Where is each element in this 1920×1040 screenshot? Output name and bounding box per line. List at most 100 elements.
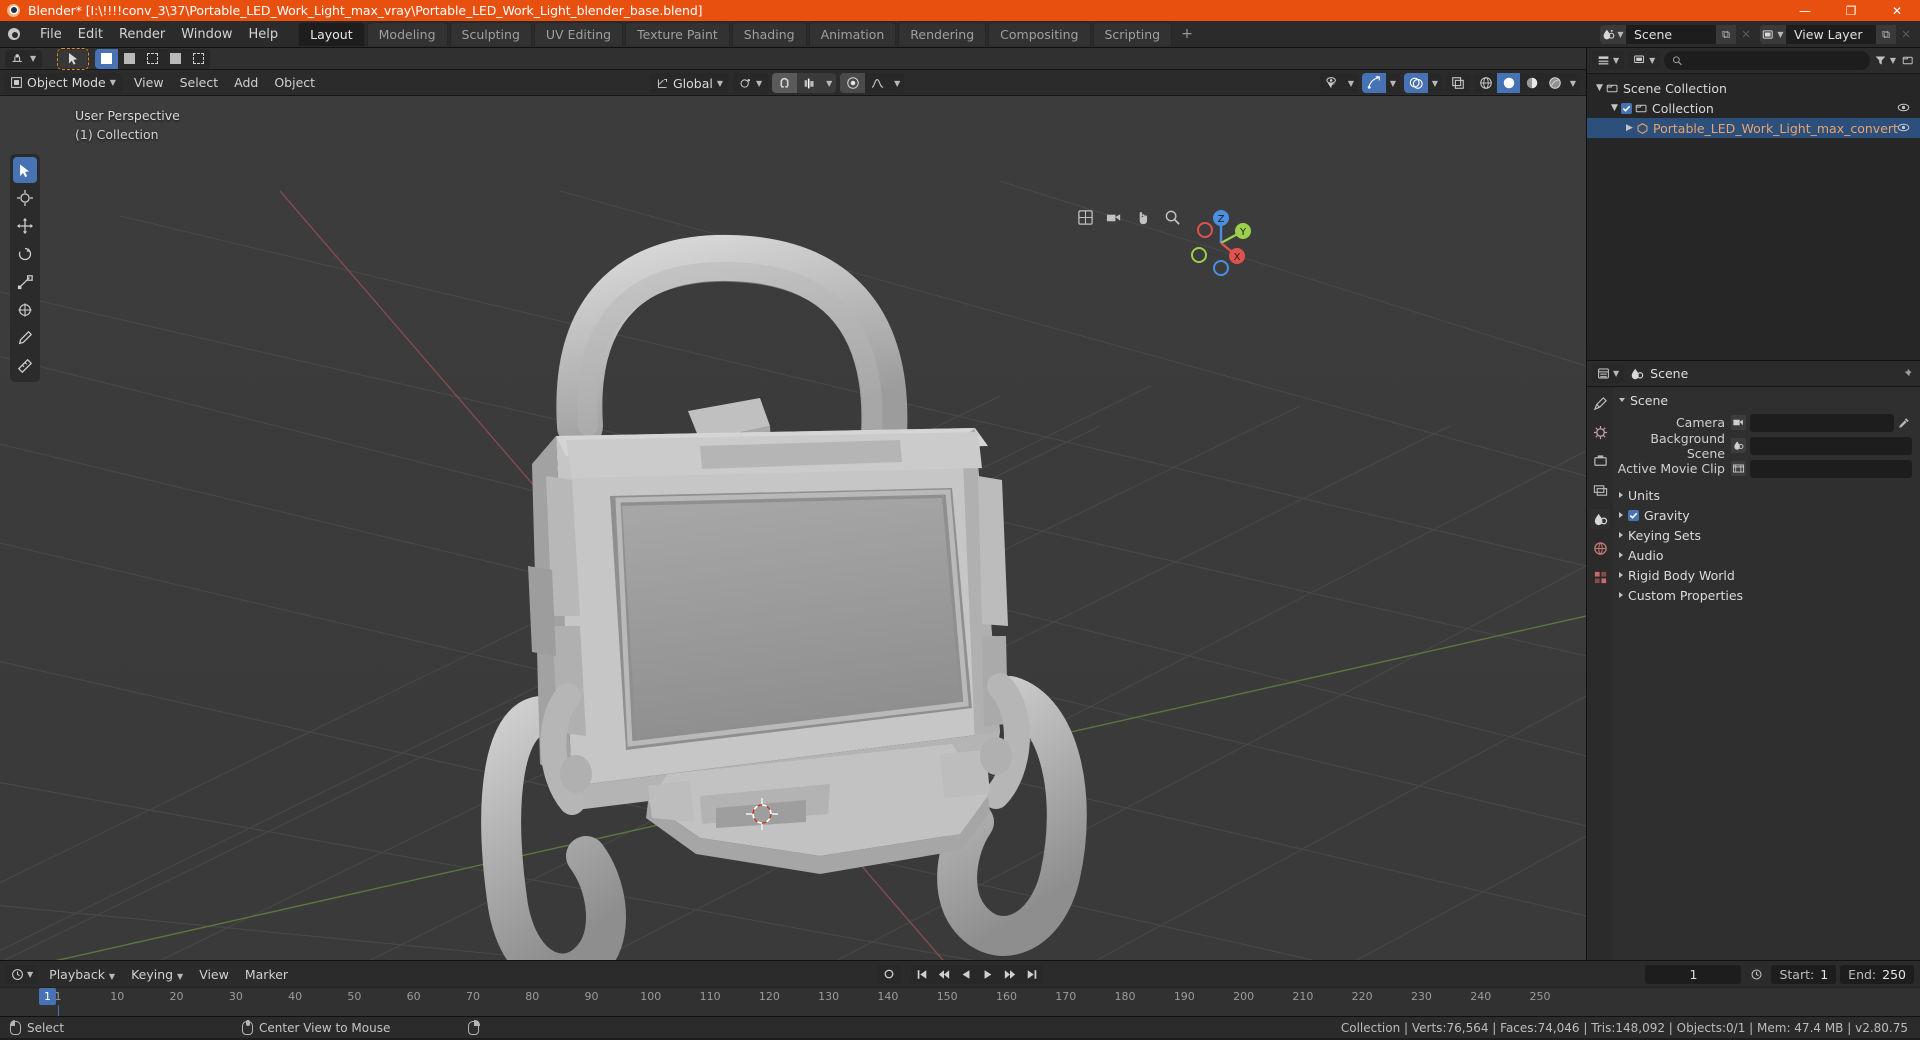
end-frame-field[interactable]: End: 250 [1840, 964, 1914, 984]
rendered-shading-button[interactable] [1543, 73, 1566, 93]
scale-tool[interactable] [13, 269, 37, 295]
remove-view-layer-button[interactable]: ✕ [1896, 25, 1916, 44]
outliner-search-input[interactable] [1664, 51, 1870, 70]
annotate-tool[interactable] [13, 325, 37, 351]
show-overlays-toggle[interactable] [1404, 73, 1428, 93]
auto-keying-toggle[interactable] [877, 964, 901, 984]
tweak-mode-button[interactable] [57, 47, 90, 70]
workspace-tab-rendering[interactable]: Rendering [898, 22, 987, 46]
snap-options-chevron[interactable]: ▼ [822, 73, 837, 93]
output-tab[interactable] [1590, 451, 1610, 471]
object-types-visibility-icon[interactable] [1320, 73, 1344, 93]
timeline-menu-view[interactable]: View [191, 965, 237, 984]
collapse-triangle-icon[interactable]: ▶ [1623, 123, 1636, 133]
snap-target-dropdown[interactable] [797, 73, 823, 93]
select-invert-button[interactable] [164, 49, 187, 69]
scene-icon[interactable] [1731, 438, 1746, 453]
material-preview-shading-button[interactable] [1520, 73, 1543, 93]
overlays-chevron[interactable]: ▼ [1428, 73, 1442, 93]
add-workspace-button[interactable]: + [1174, 23, 1200, 45]
previous-keyframe-button[interactable] [933, 965, 955, 984]
pivot-point-dropdown[interactable]: ▼ [733, 73, 769, 93]
tweak-tool[interactable] [13, 157, 37, 183]
outliner-search-field[interactable] [1687, 53, 1862, 68]
outliner-row[interactable]: ▶ Portable_LED_Work_Light_max_convert [1587, 118, 1920, 138]
transform-orientation-dropdown[interactable]: Global ▼ [650, 73, 730, 93]
falloff-type-dropdown[interactable] [865, 73, 890, 93]
property-panel-header[interactable]: Units [1613, 485, 1920, 505]
filter-icon[interactable] [1874, 54, 1887, 67]
world-tab[interactable] [1590, 538, 1610, 558]
outliner-row[interactable]: ▼ Scene Collection [1587, 78, 1920, 98]
visibility-chevron[interactable]: ▼ [1344, 73, 1358, 93]
object-mode-dropdown[interactable]: Object Mode ▼ [4, 72, 122, 93]
workspace-tab-texture-paint[interactable]: Texture Paint [625, 22, 730, 46]
viewport-menu-select[interactable]: Select [172, 73, 227, 92]
snap-magnet-toggle[interactable] [772, 73, 798, 93]
camera-icon[interactable] [1731, 415, 1746, 430]
play-reverse-button[interactable] [955, 965, 977, 984]
new-collection-icon[interactable] [1902, 54, 1915, 67]
proportional-editing-toggle[interactable] [840, 73, 866, 93]
outliner-editor-type-button[interactable]: ▼ [1592, 51, 1625, 70]
outliner-row[interactable]: ▼ Collection [1587, 98, 1920, 118]
gizmo-chevron[interactable]: ▼ [1386, 73, 1400, 93]
scene-selector[interactable]: ▼ Scene ⧉ ✕ [1600, 25, 1756, 44]
shading-chevron[interactable]: ▼ [1566, 73, 1580, 93]
render-tab[interactable] [1590, 422, 1610, 442]
menu-edit[interactable]: Edit [70, 24, 111, 45]
timeline-menu-marker[interactable]: Marker [237, 965, 296, 984]
viewport-menu-view[interactable]: View [126, 73, 172, 92]
workspace-tab-shading[interactable]: Shading [731, 22, 807, 46]
texture-tab[interactable] [1590, 567, 1610, 587]
properties-editor-type-button[interactable]: ▼ [1592, 364, 1625, 383]
workspace-tab-sculpting[interactable]: Sculpting [449, 22, 532, 46]
property-value-field[interactable] [1750, 459, 1912, 478]
menu-help[interactable]: Help [241, 24, 287, 45]
select-intersect-button[interactable] [187, 49, 210, 69]
view-layer-selector[interactable]: ▼ View Layer ⧉ ✕ [1760, 25, 1916, 44]
show-gizmo-toggle[interactable] [1362, 73, 1386, 93]
jump-to-end-button[interactable] [1021, 965, 1043, 984]
expand-triangle-icon[interactable]: ▼ [1608, 103, 1621, 113]
toggle-ortho-icon[interactable] [1076, 208, 1095, 227]
property-panel-header[interactable]: Keying Sets [1613, 525, 1920, 545]
new-view-layer-button[interactable]: ⧉ [1876, 25, 1896, 44]
property-value-field[interactable] [1750, 436, 1912, 455]
play-button[interactable] [977, 965, 999, 984]
menu-render[interactable]: Render [111, 24, 173, 45]
timeline-editor-type-button[interactable]: ▼ [6, 964, 39, 984]
maximize-button[interactable]: ❐ [1828, 0, 1874, 21]
workspace-tab-scripting[interactable]: Scripting [1092, 22, 1173, 46]
property-value-field[interactable] [1750, 413, 1894, 432]
pan-view-icon[interactable] [1134, 208, 1153, 227]
eyedropper-icon[interactable] [1898, 417, 1912, 429]
pin-icon[interactable] [1901, 368, 1913, 380]
zoom-view-icon[interactable] [1163, 208, 1182, 227]
select-extend-button[interactable] [118, 49, 141, 69]
solid-shading-button[interactable] [1497, 73, 1520, 93]
property-panel-header[interactable]: Gravity [1613, 505, 1920, 525]
blender-menu-icon[interactable] [6, 25, 24, 43]
viewport-menu-add[interactable]: Add [226, 73, 266, 92]
jump-to-start-button[interactable] [911, 965, 933, 984]
move-tool[interactable] [13, 213, 37, 239]
next-keyframe-button[interactable] [999, 965, 1021, 984]
playhead-indicator[interactable]: 1 [39, 988, 56, 1005]
start-frame-field[interactable]: Start: 1 [1771, 964, 1837, 984]
select-subtract-button[interactable] [141, 49, 164, 69]
new-scene-button[interactable]: ⧉ [1716, 25, 1736, 44]
outliner-display-mode-dropdown[interactable]: ▼ [1628, 51, 1661, 70]
property-panel-header[interactable]: Audio [1613, 545, 1920, 565]
close-button[interactable]: ✕ [1874, 0, 1920, 21]
panel-checkbox[interactable] [1628, 508, 1639, 523]
measure-tool[interactable] [13, 353, 37, 379]
menu-file[interactable]: File [32, 24, 70, 45]
viewport-menu-object[interactable]: Object [266, 73, 323, 92]
scene-tab[interactable] [1590, 509, 1610, 529]
xray-toggle[interactable] [1446, 73, 1470, 93]
clip-icon[interactable] [1731, 461, 1746, 476]
tool-tab[interactable] [1590, 393, 1610, 413]
minimize-button[interactable]: — [1782, 0, 1828, 21]
workspace-tab-uv-editing[interactable]: UV Editing [533, 22, 624, 46]
